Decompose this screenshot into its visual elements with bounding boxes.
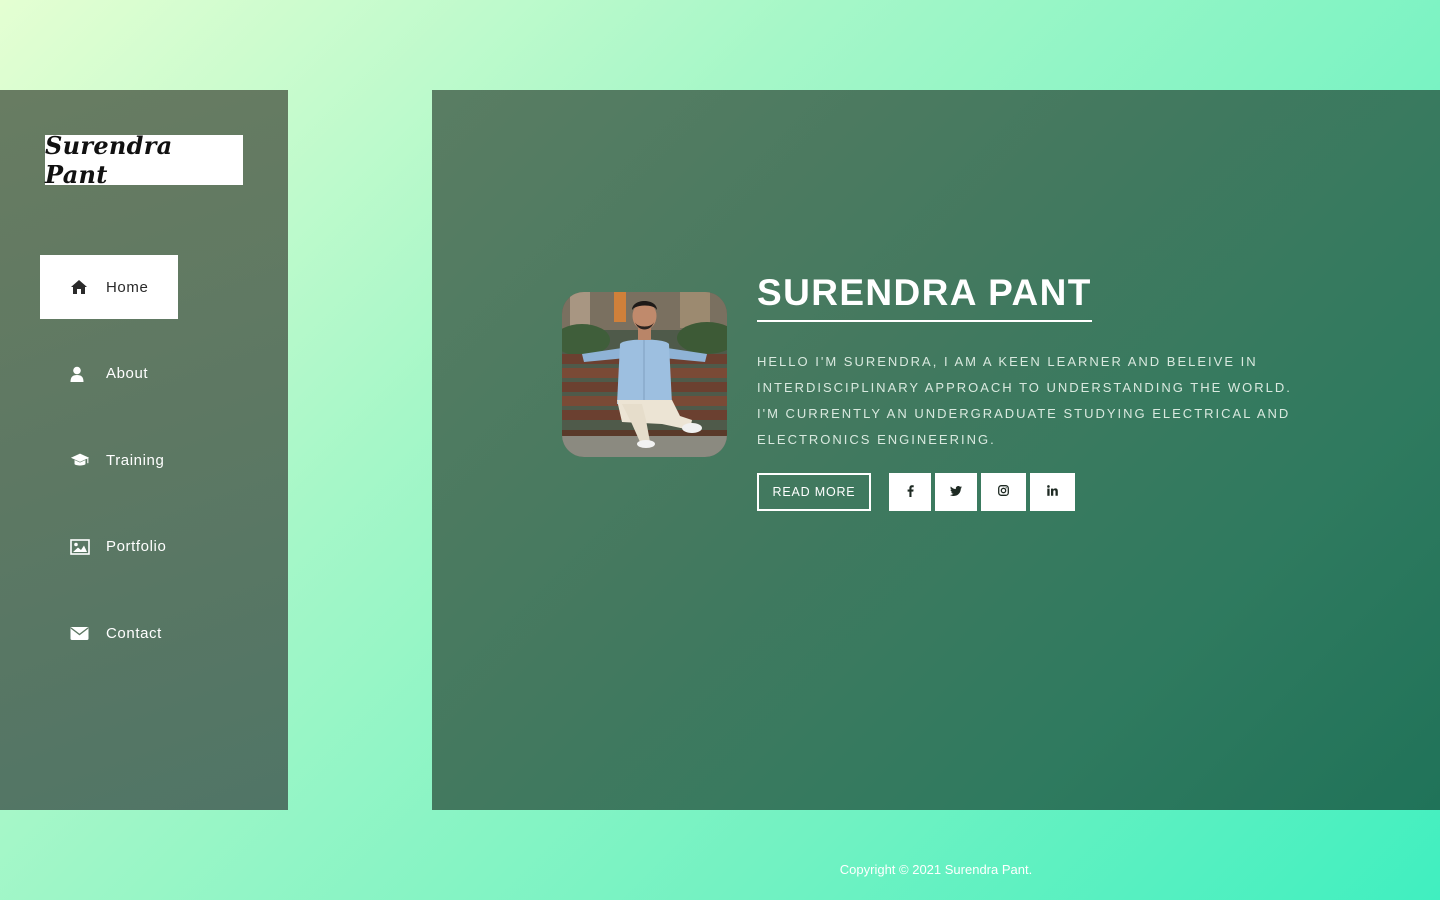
instagram-icon	[998, 485, 1009, 499]
sidebar-item-home[interactable]: Home	[40, 255, 178, 319]
sidebar-item-label: About	[106, 365, 149, 382]
sidebar-item-label: Portfolio	[106, 538, 167, 555]
sidebar-item-label: Contact	[106, 624, 162, 642]
home-icon	[70, 277, 90, 297]
sidebar: Surendra Pant Home About Training Portfo…	[0, 90, 288, 810]
sidebar-item-label: Home	[106, 278, 149, 296]
sidebar-item-about[interactable]: About	[40, 342, 250, 406]
instagram-button[interactable]	[981, 473, 1026, 511]
social-links	[889, 473, 1075, 511]
logo-text: Surendra Pant	[45, 131, 173, 189]
sidebar-item-portfolio[interactable]: Portfolio	[40, 515, 250, 579]
footer-copyright: Copyright © 2021 Surendra Pant.	[839, 862, 1033, 877]
envelope-icon	[70, 623, 90, 643]
site-logo[interactable]: Surendra Pant	[45, 131, 243, 189]
facebook-icon	[907, 484, 914, 500]
sidebar-item-contact[interactable]: Contact	[40, 601, 250, 665]
sidebar-item-label: Training	[106, 451, 165, 469]
graduation-cap-icon	[70, 450, 90, 470]
linkedin-button[interactable]	[1030, 473, 1075, 511]
hero-bio: Hello I'm Surendra, I am a keen learner …	[757, 354, 1292, 447]
read-more-button[interactable]: READ MORE	[757, 473, 871, 511]
linkedin-icon	[1047, 485, 1058, 499]
hero-panel: SURENDRA PANT Hello I'm Surendra, I am a…	[432, 90, 1440, 810]
hero-title: SURENDRA PANT	[757, 272, 1092, 322]
twitter-button[interactable]	[935, 473, 977, 511]
profile-photo	[562, 292, 727, 457]
user-icon	[70, 364, 90, 384]
sidebar-item-training[interactable]: Training	[40, 428, 250, 492]
twitter-icon	[950, 485, 962, 499]
sidebar-nav: Home About Training Portfolio Contact	[40, 255, 250, 688]
facebook-button[interactable]	[889, 473, 931, 511]
image-icon	[70, 537, 90, 557]
